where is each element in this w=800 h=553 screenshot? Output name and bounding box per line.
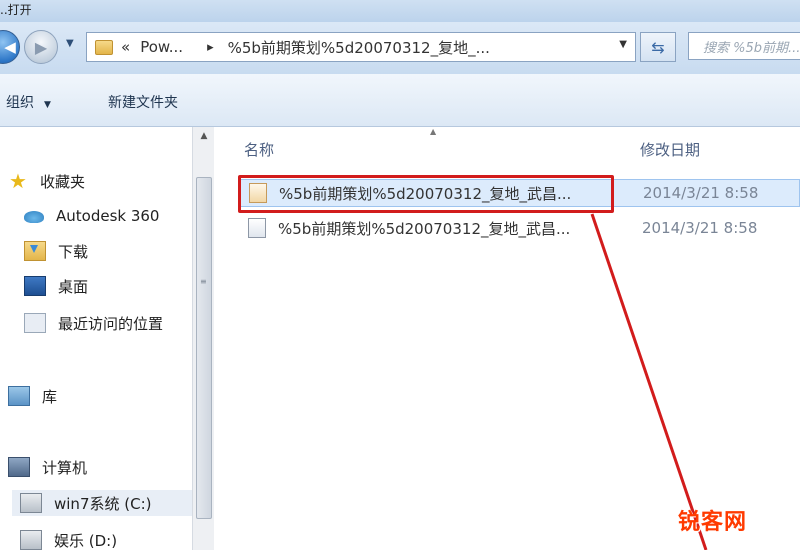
address-dropdown-icon[interactable]: ▼ — [619, 39, 627, 50]
file-date: 2014/3/21 8:58 — [643, 184, 759, 202]
nav-item-desktop[interactable]: 桌面 — [16, 273, 88, 299]
shortcut-file-icon — [248, 218, 266, 238]
nav-item-label: 最近访问的位置 — [58, 314, 164, 333]
address-bar[interactable]: « Pow... ▸ %5b前期策划%5d20070312_复地_... ▼ — [86, 32, 636, 62]
nav-favorites-label: 收藏夹 — [40, 172, 86, 191]
chevron-down-icon: ▼ — [44, 100, 51, 110]
nav-item-downloads[interactable]: 下载 — [16, 238, 88, 264]
nav-drive-d[interactable]: 娱乐 (D:) — [12, 527, 117, 553]
refresh-icon: ⇆ — [651, 37, 665, 57]
file-date: 2014/3/21 8:58 — [642, 219, 758, 237]
scrollbar-grip-icon: ≡ — [200, 277, 207, 286]
forward-arrow-icon: ▶ — [34, 37, 48, 57]
command-bar: 组织 ▼ 新建文件夹 — [0, 74, 800, 127]
window-titlebar: ..打开 — [0, 0, 800, 22]
breadcrumb-separator-icon[interactable]: ▸ — [207, 40, 214, 55]
drive-icon — [20, 530, 42, 550]
nav-drive-c[interactable]: win7系统 (C:) — [12, 490, 192, 516]
sort-indicator-icon: ▲ — [430, 127, 437, 136]
recent-places-icon — [24, 313, 46, 333]
address-toolbar: ◀ ▶ ▼ « Pow... ▸ %5b前期策划%5d20070312_复地_.… — [0, 22, 800, 74]
nav-item-autodesk[interactable]: Autodesk 360 — [16, 203, 159, 229]
forward-button[interactable]: ▶ — [24, 30, 58, 64]
column-header-name[interactable]: 名称 — [244, 139, 274, 160]
computer-icon — [8, 457, 30, 477]
nav-item-label: 下载 — [58, 242, 89, 261]
refresh-button[interactable]: ⇆ — [640, 32, 676, 62]
nav-item-label: 桌面 — [58, 277, 89, 296]
search-placeholder: 搜索 %5b前期... — [703, 40, 800, 56]
scroll-up-icon[interactable]: ▲ — [193, 131, 215, 141]
navigation-scrollbar[interactable]: ▲ ≡ — [192, 127, 215, 550]
organize-button[interactable]: 组织 ▼ — [6, 92, 51, 112]
organize-label: 组织 — [6, 95, 34, 111]
nav-drive-label: 娱乐 (D:) — [54, 531, 118, 550]
search-input[interactable]: 搜索 %5b前期... — [688, 32, 800, 60]
star-icon: ★ — [9, 169, 27, 193]
drive-icon — [20, 493, 42, 513]
breadcrumb-parent[interactable]: Pow... — [140, 38, 183, 56]
folder-icon — [95, 39, 113, 55]
desktop-icon — [24, 276, 46, 296]
back-arrow-icon: ◀ — [4, 38, 16, 56]
breadcrumb-overflow[interactable]: « — [121, 38, 130, 56]
back-button[interactable]: ◀ — [0, 30, 20, 64]
file-row[interactable]: %5b前期策划%5d20070312_复地_武昌... 2014/3/21 8:… — [240, 214, 800, 242]
nav-drive-label: win7系统 (C:) — [54, 494, 152, 513]
nav-item-label: Autodesk 360 — [56, 207, 160, 225]
cloud-icon — [24, 211, 44, 223]
nav-libraries-label: 库 — [42, 387, 58, 406]
file-name: %5b前期策划%5d20070312_复地_武昌... — [278, 219, 571, 238]
window-title: ..打开 — [0, 3, 32, 17]
navigation-pane: ★ 收藏夹 Autodesk 360 下载 桌面 最近访问的位置 库 计算机 w… — [0, 127, 192, 550]
breadcrumb-current[interactable]: %5b前期策划%5d20070312_复地_... — [228, 37, 490, 58]
nav-libraries[interactable]: 库 — [0, 383, 57, 409]
library-icon — [8, 386, 30, 406]
scrollbar-thumb[interactable] — [196, 177, 212, 519]
column-header-date[interactable]: 修改日期 — [640, 139, 700, 160]
nav-computer[interactable]: 计算机 — [0, 454, 87, 480]
nav-item-recent[interactable]: 最近访问的位置 — [16, 310, 163, 336]
nav-computer-label: 计算机 — [42, 458, 88, 477]
download-folder-icon — [24, 241, 46, 261]
watermark-text: 锐客网 — [678, 510, 748, 535]
new-folder-button[interactable]: 新建文件夹 — [108, 92, 178, 112]
nav-favorites[interactable]: ★ 收藏夹 — [0, 168, 85, 194]
new-folder-label: 新建文件夹 — [108, 95, 178, 111]
annotation-highlight-box — [238, 175, 614, 213]
history-dropdown-icon[interactable]: ▼ — [66, 38, 74, 49]
